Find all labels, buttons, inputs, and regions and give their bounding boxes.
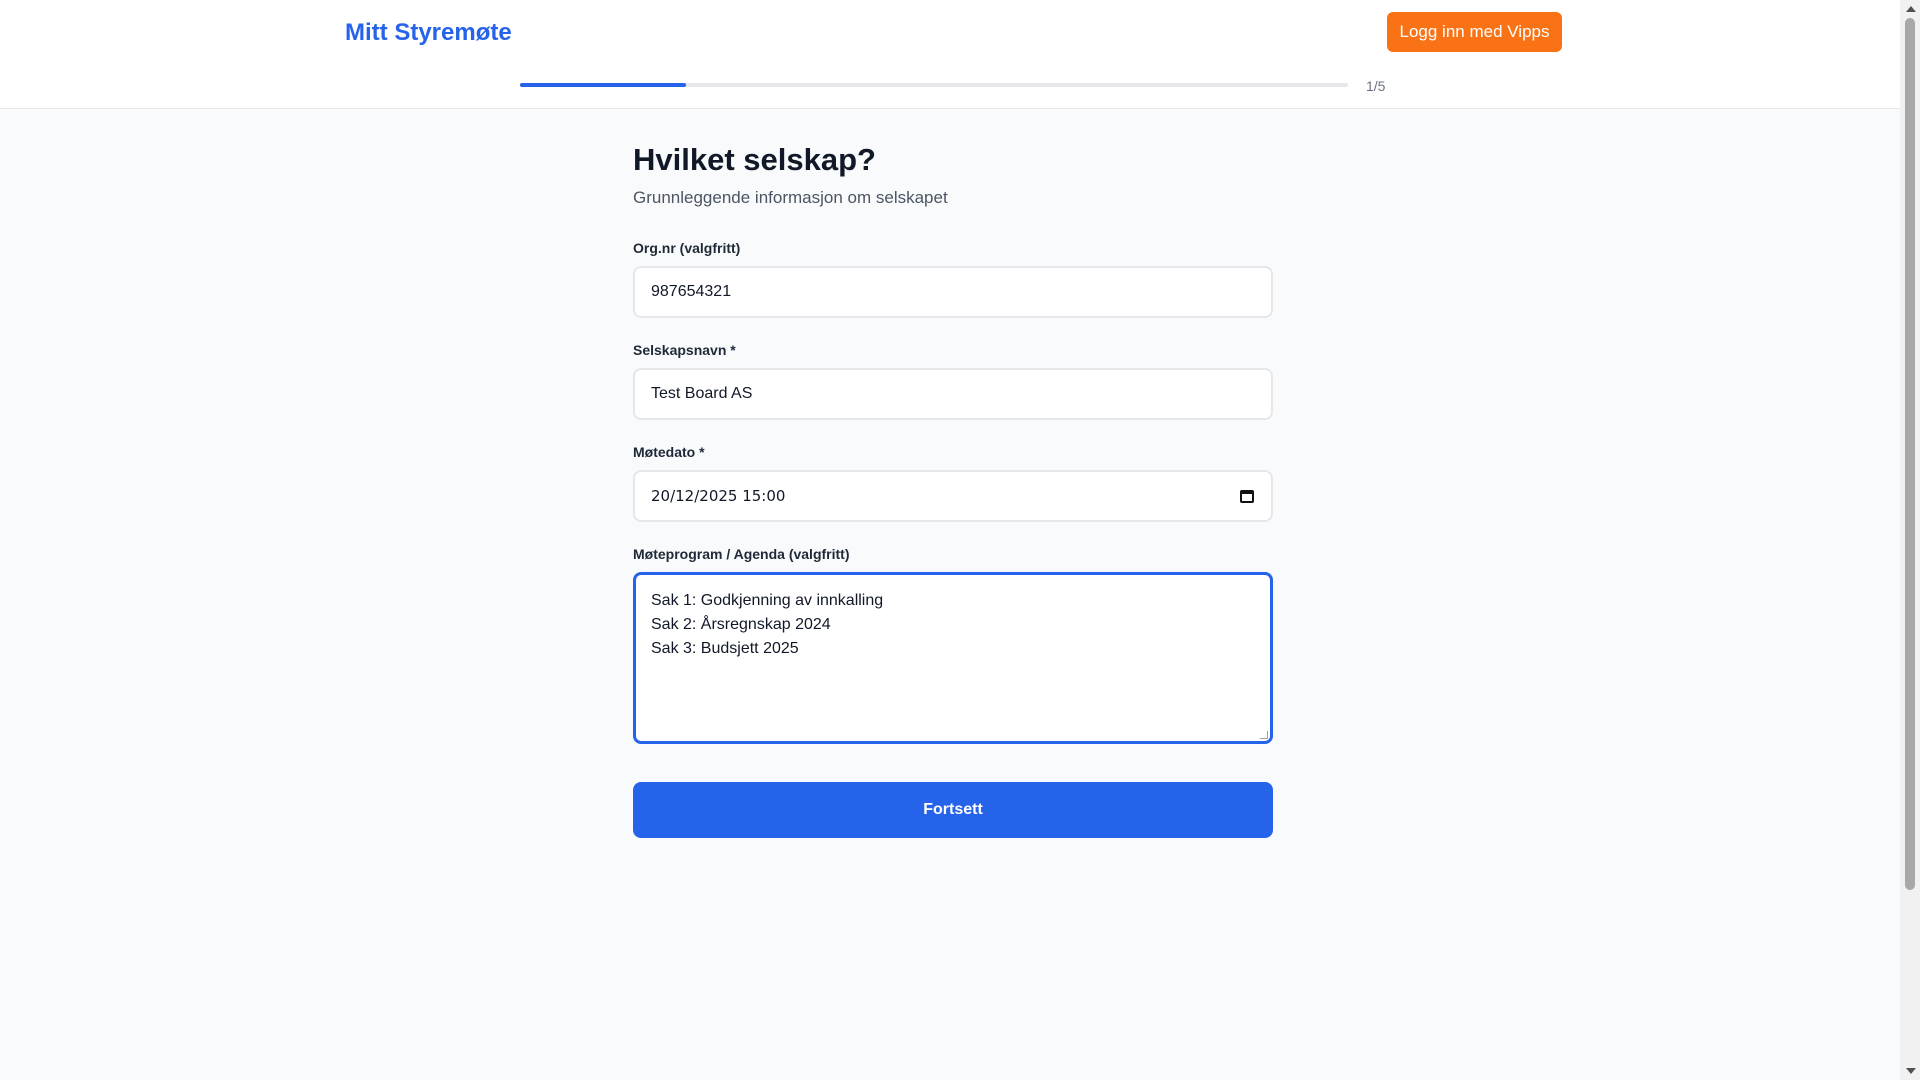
progress-bar-fill — [520, 83, 686, 87]
page-subtitle: Grunnleggende informasjon om selskapet — [633, 188, 948, 207]
company-name-value: Test Board AS — [651, 385, 753, 402]
scroll-down-icon[interactable] — [1906, 1068, 1916, 1074]
meeting-date-value: 20/12/2025 15:00 — [651, 487, 786, 505]
agenda-group: Møteprogram / Agenda (valgfritt) Sak 1: … — [633, 546, 1273, 744]
brand-logo[interactable]: Mitt Styremøte — [345, 19, 512, 47]
page-scrollbar[interactable] — [1900, 0, 1920, 1080]
meeting-date-label: Møtedato * — [633, 444, 705, 460]
resize-handle-icon[interactable] — [1260, 731, 1268, 739]
agenda-line: Sak 3: Budsjett 2025 — [651, 640, 799, 657]
progress-bar — [520, 83, 1348, 87]
vipps-login-button[interactable]: Logg inn med Vipps — [1387, 12, 1562, 52]
agenda-line: Sak 1: Godkjenning av innkalling — [651, 592, 884, 609]
scroll-up-icon[interactable] — [1906, 6, 1916, 12]
company-form: Hvilket selskap? Grunnleggende informasj… — [633, 140, 1273, 838]
company-name-input[interactable]: Test Board AS — [633, 368, 1273, 420]
meeting-date-input[interactable]: 20/12/2025 15:00 — [633, 470, 1273, 522]
meeting-date-group: Møtedato * 20/12/2025 15:00 — [633, 444, 1273, 522]
agenda-line: Sak 2: Årsregnskap 2024 — [651, 616, 831, 633]
company-name-group: Selskapsnavn * Test Board AS — [633, 342, 1273, 420]
top-header: Mitt Styremøte Logg inn med Vipps 1/5 — [0, 0, 1900, 109]
continue-button[interactable]: Fortsett — [633, 782, 1273, 838]
progress-step-label: 1/5 — [1366, 78, 1386, 94]
org-nr-group: Org.nr (valgfritt) 987654321 — [633, 240, 1273, 318]
agenda-label: Møteprogram / Agenda (valgfritt) — [633, 546, 850, 562]
calendar-icon[interactable] — [1239, 488, 1255, 504]
org-nr-label: Org.nr (valgfritt) — [633, 240, 741, 256]
scroll-thumb[interactable] — [1905, 18, 1915, 890]
page-title: Hvilket selskap? — [633, 142, 876, 177]
org-nr-input[interactable]: 987654321 — [633, 266, 1273, 318]
agenda-textarea[interactable]: Sak 1: Godkjenning av innkalling Sak 2: … — [633, 572, 1273, 744]
org-nr-value: 987654321 — [651, 283, 732, 300]
company-name-label: Selskapsnavn * — [633, 342, 736, 358]
